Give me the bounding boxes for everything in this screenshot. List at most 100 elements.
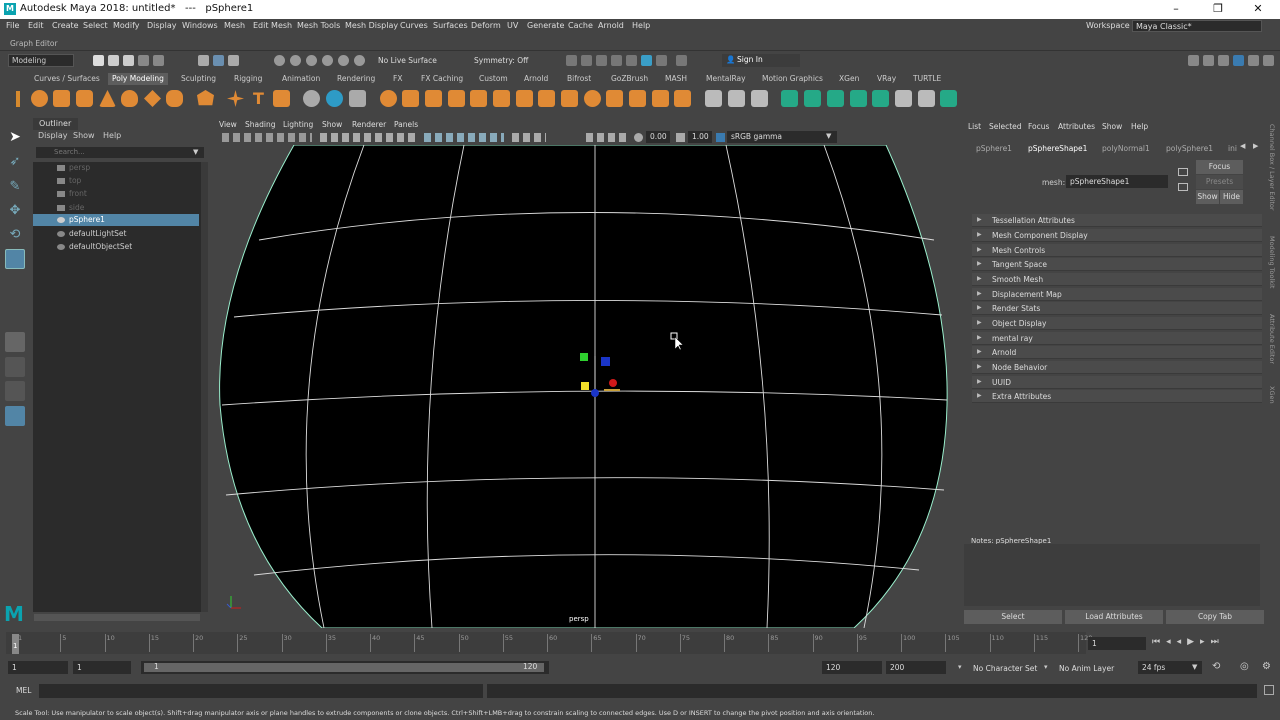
anim-layer-dropdown[interactable]: No Anim Layer [1059, 664, 1114, 673]
display-toggles-icons[interactable] [320, 133, 415, 142]
snap-point-icon[interactable] [306, 55, 317, 66]
ae-load-attributes-button[interactable]: Load Attributes [1065, 610, 1163, 624]
ae-menu-focus[interactable]: Focus [1028, 122, 1049, 131]
playback-end-field[interactable]: 120 [822, 661, 882, 674]
open-scene-icon[interactable] [108, 55, 119, 66]
close-button[interactable]: ✕ [1248, 2, 1268, 15]
chevron-down-icon[interactable]: ▼ [826, 132, 831, 140]
section-object-display[interactable]: ▶ Object Display [972, 317, 1262, 330]
hypershade-icon[interactable] [641, 55, 652, 66]
select-hierarchy-icon[interactable] [198, 55, 209, 66]
shelf-tab-bifrost[interactable]: Bifrost [567, 74, 591, 83]
ae-tab-more[interactable]: ini [1228, 144, 1237, 153]
rotate-tool-icon[interactable]: ⟲ [5, 225, 25, 245]
single-perspective-layout-icon[interactable] [5, 332, 25, 352]
sign-in-button[interactable]: 👤 Sign In [722, 54, 800, 67]
menu-cache[interactable]: Cache [568, 21, 593, 30]
select-tool-icon[interactable]: ➤ [5, 127, 25, 147]
poly-torus-icon[interactable] [121, 90, 138, 107]
copy-node-icon[interactable] [1178, 183, 1188, 191]
wedge-icon[interactable] [751, 90, 768, 107]
loop-icon[interactable]: ⟲ [1212, 661, 1220, 672]
mesh-name-field[interactable]: pSphereShape1 [1066, 175, 1168, 188]
cylindrical-map-icon[interactable] [827, 90, 844, 107]
snap-grid-icon[interactable] [274, 55, 285, 66]
outliner-menu-show[interactable]: Show [73, 131, 95, 140]
multi-cut-icon[interactable] [561, 90, 578, 107]
character-controls-icon[interactable] [1218, 55, 1229, 66]
svg-tool-icon[interactable] [273, 90, 290, 107]
outliner-item-front[interactable]: front [33, 188, 199, 200]
modeling-toolkit-icon[interactable] [1203, 55, 1214, 66]
type-tool-icon[interactable]: T [250, 90, 267, 107]
poly-sphere-icon[interactable] [31, 90, 48, 107]
menu-help[interactable]: Help [632, 21, 650, 30]
four-view-layout-icon[interactable] [5, 357, 25, 377]
shelf-tab-motion-graphics[interactable]: Motion Graphics [762, 74, 823, 83]
chevron-down-icon[interactable]: ▼ [193, 148, 198, 156]
scale-center-handle[interactable] [581, 382, 589, 390]
ae-menu-selected[interactable]: Selected [989, 122, 1022, 131]
slide-edge-icon[interactable] [652, 90, 669, 107]
viewport-menu-lighting[interactable]: Lighting [283, 120, 313, 129]
planar-map-icon[interactable] [804, 90, 821, 107]
render-setup-icon[interactable] [656, 55, 667, 66]
section-node-behavior[interactable]: ▶ Node Behavior [972, 361, 1262, 374]
mel-label[interactable]: MEL [16, 686, 31, 695]
construction-history-icon[interactable] [566, 55, 577, 66]
menu-edit[interactable]: Edit [28, 21, 44, 30]
viewport-menu-view[interactable]: View [219, 120, 237, 129]
perspective-viewport[interactable]: persp [214, 145, 958, 628]
outliner-menu-help[interactable]: Help [103, 131, 121, 140]
shading-mode-icons[interactable] [424, 133, 504, 142]
shelf-tab-rendering[interactable]: Rendering [337, 74, 375, 83]
shelf-tab-sculpting[interactable]: Sculpting [181, 74, 216, 83]
ae-tab-psphere1[interactable]: pSphere1 [976, 144, 1012, 153]
ae-menu-help[interactable]: Help [1131, 122, 1148, 131]
shelf-tab-gozbrush[interactable]: GoZBrush [611, 74, 648, 83]
section-arnold[interactable]: ▶ Arnold [972, 346, 1262, 359]
viewport-menu-shading[interactable]: Shading [245, 120, 275, 129]
symmetry-dropdown[interactable]: Symmetry: Off [474, 56, 528, 65]
scale-tool-icon[interactable] [5, 249, 25, 269]
two-panes-layout-icon[interactable] [5, 381, 25, 401]
tab-right-arrow-icon[interactable]: ▶ [1253, 142, 1258, 150]
save-scene-icon[interactable] [123, 55, 134, 66]
range-slider[interactable]: 1 120 [141, 661, 549, 674]
section-mesh-controls[interactable]: ▶ Mesh Controls [972, 244, 1262, 257]
poly-cone-icon[interactable] [99, 90, 116, 107]
shelf-tab-vray[interactable]: VRay [877, 74, 896, 83]
menu-mesh-tools[interactable]: Mesh Tools [297, 21, 340, 30]
outliner-item-default-object-set[interactable]: defaultObjectSet [33, 241, 199, 253]
ae-menu-attributes[interactable]: Attributes [1058, 122, 1095, 131]
select-component-icon[interactable] [228, 55, 239, 66]
channel-box-toggle-icon[interactable] [1263, 55, 1274, 66]
shelf-tab-rigging[interactable]: Rigging [234, 74, 262, 83]
attribute-editor-toggle-icon[interactable] [1233, 55, 1244, 66]
ae-copy-tab-button[interactable]: Copy Tab [1166, 610, 1264, 624]
menu-uv[interactable]: UV [507, 21, 518, 30]
section-mental-ray[interactable]: ▶ mental ray [972, 332, 1262, 345]
section-uuid[interactable]: ▶ UUID [972, 376, 1262, 389]
shelf-tab-curves-surfaces[interactable]: Curves / Surfaces [34, 74, 100, 83]
presets-button[interactable]: Presets [1196, 175, 1243, 189]
shelf-tab-turtle[interactable]: TURTLE [913, 74, 941, 83]
viewport-menu-show[interactable]: Show [322, 120, 342, 129]
shelf-options-icon[interactable] [16, 91, 20, 107]
maximize-button[interactable]: ❐ [1208, 2, 1228, 15]
insert-edge-loop-icon[interactable] [674, 90, 691, 107]
outliner-tab[interactable]: Outliner [33, 118, 78, 130]
menu-windows[interactable]: Windows [182, 21, 218, 30]
uv-snapshot-icon[interactable] [940, 90, 957, 107]
lasso-tool-icon[interactable]: ➶ [5, 152, 25, 172]
camera-tools-icons[interactable] [222, 133, 312, 142]
lighting-mode-icons[interactable] [512, 133, 546, 142]
scale-x-handle[interactable] [609, 379, 617, 387]
shelf-tab-poly-modeling[interactable]: Poly Modeling [108, 73, 168, 85]
hide-button[interactable]: Hide [1220, 190, 1243, 204]
outliner-horizontal-scrollbar[interactable] [34, 614, 200, 621]
shelf-tab-animation[interactable]: Animation [282, 74, 320, 83]
snap-surface-icon[interactable] [338, 55, 349, 66]
panel-toggle-icon[interactable] [1188, 55, 1199, 66]
menu-modify[interactable]: Modify [113, 21, 140, 30]
